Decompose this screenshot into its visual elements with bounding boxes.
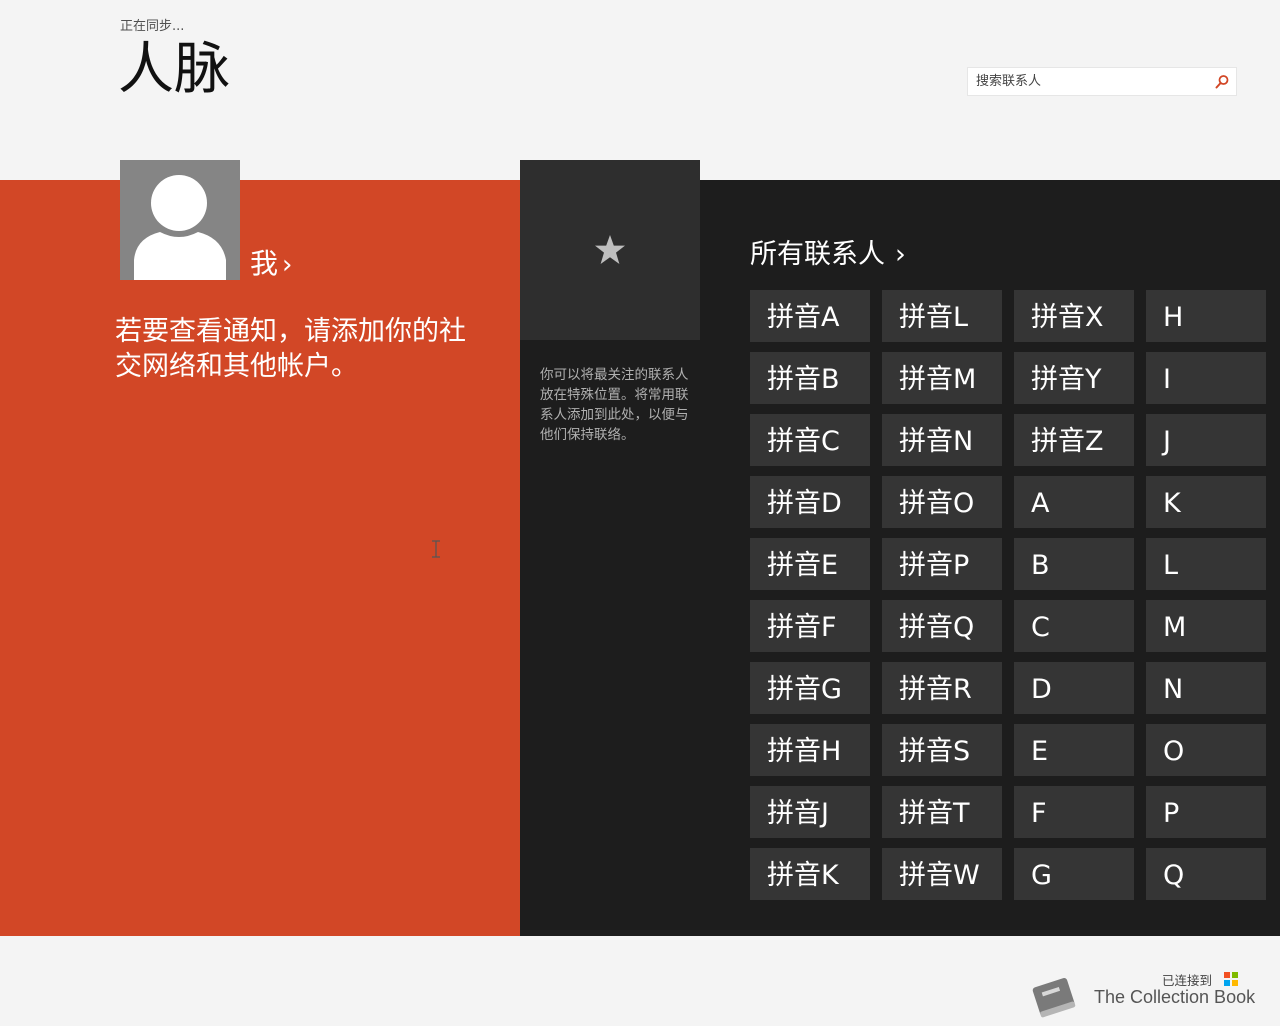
chevron-right-icon: › — [895, 239, 906, 270]
index-tile[interactable]: 拼音L — [882, 290, 1002, 342]
index-tile[interactable]: 拼音G — [750, 662, 870, 714]
me-panel — [0, 180, 520, 936]
text-cursor-icon — [430, 540, 442, 558]
brand-name: The Collection Book — [1094, 987, 1256, 1007]
index-tile[interactable]: J — [1146, 414, 1266, 466]
index-tile[interactable]: 拼音Z — [1014, 414, 1134, 466]
index-tile[interactable]: P — [1146, 786, 1266, 838]
favorites-tile[interactable] — [520, 160, 700, 340]
index-tile[interactable]: 拼音X — [1014, 290, 1134, 342]
index-tile[interactable]: B — [1014, 538, 1134, 590]
index-tile[interactable]: 拼音P — [882, 538, 1002, 590]
index-tile[interactable]: 拼音Y — [1014, 352, 1134, 404]
alphabet-index-grid: 拼音A 拼音B 拼音C 拼音D 拼音E 拼音F 拼音G 拼音H 拼音J 拼音K 拼音L 拼音M 拼音N 拼… — [750, 290, 1280, 910]
index-tile[interactable]: A — [1014, 476, 1134, 528]
search-input[interactable] — [976, 68, 1206, 95]
index-tile[interactable]: C — [1014, 600, 1134, 652]
index-tile[interactable]: 拼音N — [882, 414, 1002, 466]
index-tile[interactable]: 拼音W — [882, 848, 1002, 900]
star-icon — [595, 235, 625, 264]
index-tile[interactable]: D — [1014, 662, 1134, 714]
chevron-right-icon: › — [282, 250, 293, 280]
index-tile[interactable]: 拼音K — [750, 848, 870, 900]
index-tile[interactable]: H — [1146, 290, 1266, 342]
index-tile[interactable]: 拼音O — [882, 476, 1002, 528]
index-tile[interactable]: K — [1146, 476, 1266, 528]
index-tile[interactable]: 拼音H — [750, 724, 870, 776]
all-contacts-label: 所有联系人 — [750, 239, 885, 270]
me-label: 我 — [250, 247, 279, 280]
index-tile[interactable]: L — [1146, 538, 1266, 590]
index-tile[interactable]: 拼音T — [882, 786, 1002, 838]
index-tile[interactable]: E — [1014, 724, 1134, 776]
avatar[interactable] — [120, 160, 240, 280]
index-tile[interactable]: 拼音C — [750, 414, 870, 466]
all-contacts-link[interactable]: 所有联系人 › — [750, 232, 906, 271]
me-link[interactable]: 我 › — [250, 242, 292, 282]
search-box[interactable] — [967, 67, 1237, 96]
index-tile[interactable]: F — [1014, 786, 1134, 838]
index-tile[interactable]: O — [1146, 724, 1266, 776]
index-tile[interactable]: 拼音R — [882, 662, 1002, 714]
person-silhouette-icon — [134, 175, 226, 280]
page-title: 人脉 — [118, 37, 230, 102]
microsoft-logo-icon — [1224, 972, 1238, 986]
index-tile[interactable]: 拼音Q — [882, 600, 1002, 652]
index-tile[interactable]: 拼音D — [750, 476, 870, 528]
notification-hint: 若要查看通知，请添加你的社交网络和其他帐户。 — [115, 316, 466, 382]
index-tile[interactable]: N — [1146, 662, 1266, 714]
search-icon[interactable] — [1214, 74, 1230, 90]
index-tile[interactable]: I — [1146, 352, 1266, 404]
book-icon — [1026, 974, 1082, 1022]
index-tile[interactable]: 拼音A — [750, 290, 870, 342]
index-tile[interactable]: 拼音E — [750, 538, 870, 590]
index-tile[interactable]: M — [1146, 600, 1266, 652]
index-tile[interactable]: G — [1014, 848, 1134, 900]
favorites-hint: 你可以将最关注的联系人放在特殊位置。将常用联系人添加到此处，以便与他们保持联络。 — [540, 367, 689, 443]
index-tile[interactable]: 拼音S — [882, 724, 1002, 776]
sync-status: 正在同步... — [120, 19, 185, 34]
index-tile[interactable]: 拼音M — [882, 352, 1002, 404]
index-tile[interactable]: 拼音F — [750, 600, 870, 652]
index-tile[interactable]: 拼音B — [750, 352, 870, 404]
index-tile[interactable]: Q — [1146, 848, 1266, 900]
index-tile[interactable]: 拼音J — [750, 786, 870, 838]
